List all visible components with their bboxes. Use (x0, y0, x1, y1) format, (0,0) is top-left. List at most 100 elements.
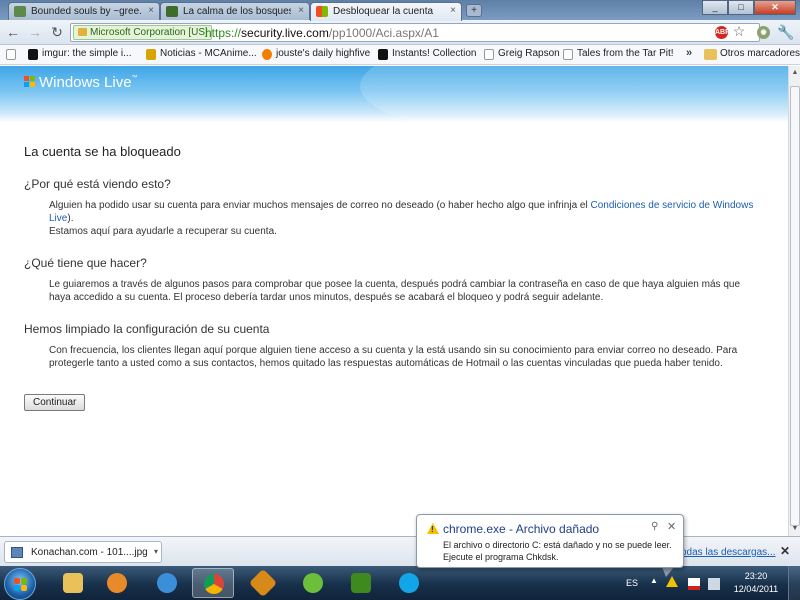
bookmark-greig-rapson[interactable]: Greig Rapson (484, 48, 560, 62)
taskbar-skype[interactable] (388, 568, 430, 598)
instants-icon (378, 49, 388, 60)
internet-explorer-icon (157, 573, 177, 593)
maximize-button[interactable]: □ (728, 0, 754, 15)
other-bookmarks-folder[interactable]: Otros marcadores (704, 48, 800, 62)
section-title: Hemos limpiado la configuración de su cu… (24, 322, 270, 336)
taskbar-explorer[interactable] (52, 568, 94, 598)
blogger-icon (262, 49, 272, 60)
qbittorrent-icon (351, 573, 371, 593)
windows-live-icon (316, 6, 328, 17)
warning-tray-icon[interactable] (666, 576, 678, 587)
web-page: Windows Live™ La cuenta se ha bloqueado … (0, 66, 788, 536)
adblock-icon[interactable]: ABP (715, 26, 730, 39)
start-button[interactable] (4, 568, 36, 600)
taskbar-qbittorrent[interactable] (340, 568, 382, 598)
download-item[interactable]: Konachan.com - 101....jpg ▾ (4, 541, 162, 563)
extension-icon[interactable]: ◉ (757, 26, 770, 39)
bookmark-instants[interactable]: Instants! Collection (378, 48, 477, 62)
tab-title: La calma de los bosques j... (183, 6, 291, 17)
forward-arrow-icon[interactable]: → (27, 24, 43, 40)
close-icon[interactable]: × (298, 5, 304, 16)
tab-title: Bounded souls by ~gree... (31, 6, 141, 17)
imgur-icon (28, 49, 38, 60)
bookmark-label: Tales from the Tar Pit! (577, 48, 674, 59)
back-arrow-icon[interactable]: ← (5, 24, 21, 40)
download-filename: Konachan.com - 101....jpg (31, 547, 148, 558)
action-center-flag-icon[interactable] (688, 578, 700, 590)
url-path: /pp1000/Aci.aspx/A1 (328, 26, 439, 40)
close-icon[interactable]: × (450, 5, 456, 16)
taskbar-messenger[interactable] (292, 568, 334, 598)
winamp-icon (248, 568, 278, 598)
pin-icon[interactable]: ⚲ (651, 521, 658, 532)
chevron-down-icon[interactable]: ▾ (154, 547, 158, 556)
close-icon[interactable]: × (148, 5, 154, 16)
security-badge-label: Microsoft Corporation [US] (90, 27, 208, 38)
system-clock[interactable]: 23:20 12/04/2011 (730, 570, 782, 596)
scroll-up-icon[interactable]: ▲ (790, 68, 800, 78)
show-desktop-button[interactable] (788, 566, 800, 600)
page-icon (484, 49, 494, 60)
close-icon[interactable]: ✕ (780, 544, 790, 558)
address-bar[interactable]: Microsoft Corporation [US] https://secur… (70, 23, 760, 42)
close-icon[interactable]: ✕ (667, 520, 676, 533)
bookmark-imgur[interactable]: imgur: the simple i... (28, 48, 131, 62)
reload-icon[interactable]: ↻ (49, 24, 65, 40)
tab-la-calma[interactable]: La calma de los bosques j... × (160, 2, 310, 20)
continue-button[interactable]: Continuar (24, 394, 86, 411)
bookmark-tales-tar-pit[interactable]: Tales from the Tar Pit! (563, 48, 674, 62)
bookmark-jouste[interactable]: jouste's daily highfive (262, 48, 370, 62)
tab-strip: Bounded souls by ~gree... × La calma de … (0, 0, 800, 21)
network-icon[interactable] (708, 578, 720, 590)
windows-live-header: Windows Live™ (0, 66, 788, 146)
skype-icon (399, 573, 419, 593)
messenger-icon (303, 573, 323, 593)
minimize-button[interactable]: _ (702, 0, 728, 15)
show-hidden-icons-icon[interactable]: ▲ (650, 576, 658, 585)
tab-desbloquear[interactable]: Desbloquear la cuenta × (310, 2, 462, 21)
taskbar-media-player[interactable] (96, 568, 138, 598)
wrench-icon[interactable]: 🔧 (777, 24, 794, 40)
section-title: ¿Por qué está viendo esto? (24, 177, 171, 191)
windows-live-logo[interactable]: Windows Live™ (24, 74, 138, 91)
bookmark-label: Greig Rapson (498, 48, 560, 59)
bookmark-mcanime[interactable]: Noticias - MCAnime... (146, 48, 257, 62)
language-indicator[interactable]: ES (626, 578, 638, 588)
tab-bounded-souls[interactable]: Bounded souls by ~gree... × (8, 2, 160, 20)
browser-toolbar: ← → ↻ Microsoft Corporation [US] https:/… (0, 20, 800, 45)
bookmarks-overflow-button[interactable]: » (686, 47, 692, 59)
windows-explorer-icon (63, 573, 83, 593)
window-close-button[interactable]: ✕ (754, 0, 796, 15)
folder-icon (704, 49, 717, 60)
scroll-down-icon[interactable]: ▼ (790, 524, 800, 534)
bookmark-label: Noticias - MCAnime... (160, 48, 257, 59)
bookmarks-bar: imgur: the simple i... Noticias - MCAnim… (0, 45, 800, 65)
chrome-icon (204, 574, 224, 594)
taskbar-chrome[interactable] (192, 568, 234, 598)
new-tab-button[interactable]: + (466, 4, 482, 17)
url-host: security.live.com (241, 26, 329, 40)
notification-title: chrome.exe - Archivo dañado (443, 522, 600, 536)
url-scheme: https:// (205, 26, 242, 40)
bookmark-label: Instants! Collection (392, 48, 477, 59)
logo-trademark: ™ (131, 75, 138, 81)
clock-time: 23:20 (744, 571, 768, 581)
tab-title: Desbloquear la cuenta (333, 6, 434, 17)
warning-icon: ! (427, 523, 439, 534)
ev-security-badge[interactable]: Microsoft Corporation [US] (73, 25, 212, 40)
error-notification-balloon[interactable]: ! chrome.exe - Archivo dañado ⚲ ✕ El arc… (416, 514, 684, 568)
balloon-tail (662, 567, 674, 577)
windows-taskbar: ES ▲ 23:20 12/04/2011 (0, 566, 800, 600)
url-text: https://security.live.com/pp1000/Aci.asp… (205, 26, 439, 40)
notification-line: Ejecute el programa Chkdsk. (443, 552, 559, 562)
taskbar-internet-explorer[interactable] (146, 568, 188, 598)
other-bookmarks-label: Otros marcadores (720, 48, 800, 59)
bookmark-star-icon[interactable]: ☆ (731, 23, 747, 39)
scrollbar-thumb[interactable] (790, 86, 800, 526)
taskbar-winamp[interactable] (242, 568, 284, 598)
page-icon (563, 49, 573, 60)
page-scrollbar[interactable]: ▲ ▼ (788, 66, 800, 536)
show-all-downloads-link[interactable]: odas las descargas... (681, 547, 776, 558)
bookmark-label: jouste's daily highfive (276, 48, 371, 59)
image-file-icon (11, 547, 23, 558)
